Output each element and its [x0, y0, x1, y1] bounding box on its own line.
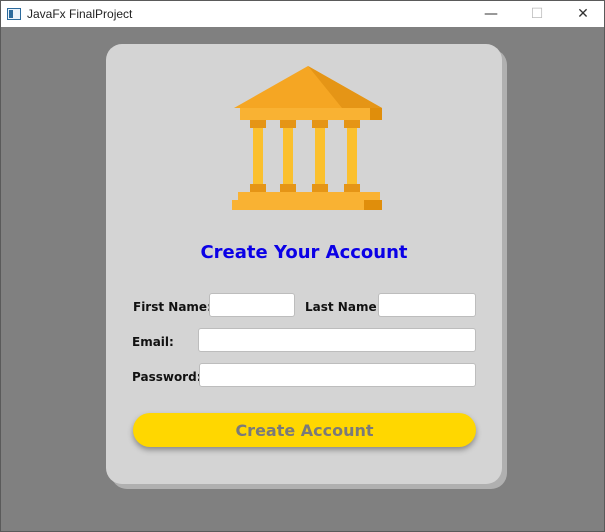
app-window: JavaFx FinalProject — ☐ ✕ Create Your Ac…	[0, 0, 605, 532]
first-name-label: First Name:	[133, 300, 212, 314]
roof-base	[240, 108, 382, 120]
bank-building-icon	[232, 66, 382, 210]
app-icon	[7, 8, 21, 20]
columns	[250, 120, 360, 192]
title-bar[interactable]: JavaFx FinalProject — ☐ ✕	[1, 1, 604, 27]
base-step-top	[238, 192, 380, 200]
last-name-label: Last Name:	[305, 300, 382, 314]
signup-card: Create Your Account First Name: Last Nam…	[106, 44, 502, 484]
base-step-shade	[364, 200, 382, 210]
window-controls: — ☐ ✕	[468, 1, 604, 27]
email-label: Email:	[132, 335, 174, 349]
window-title: JavaFx FinalProject	[27, 7, 133, 21]
page-heading: Create Your Account	[200, 242, 408, 263]
first-name-input[interactable]	[209, 293, 295, 317]
close-button[interactable]: ✕	[560, 1, 604, 27]
password-input[interactable]	[199, 363, 476, 387]
base-step-bottom	[232, 200, 382, 210]
email-input[interactable]	[198, 328, 476, 352]
last-name-input[interactable]	[378, 293, 476, 317]
roof-base-shade	[370, 108, 382, 120]
create-account-button[interactable]: Create Account	[133, 413, 476, 447]
maximize-button[interactable]: ☐	[514, 1, 560, 27]
minimize-button[interactable]: —	[468, 1, 514, 27]
password-label: Password:	[132, 370, 202, 384]
